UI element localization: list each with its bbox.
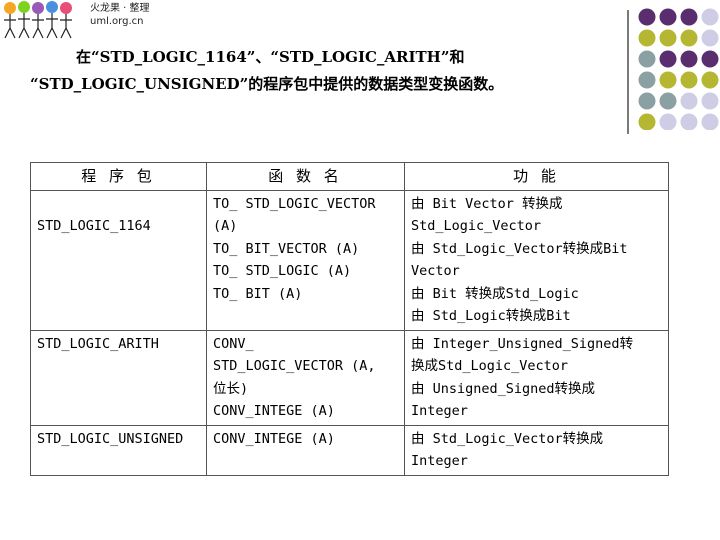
header-function-name: 函 数 名 [206, 162, 405, 191]
decorative-dot [701, 50, 719, 68]
decorative-dot [659, 113, 677, 130]
title-line1: 在“STD_LOGIC_1164”、“STD_LOGIC_ARITH”和 [76, 48, 465, 66]
logo-text-line2: uml.org.cn [90, 16, 144, 27]
decorative-dot [638, 29, 656, 47]
title-line2: “STD_LOGIC_UNSIGNED”的程序包中提供的数据类型变换函数。 [30, 75, 504, 93]
cell-effect: 由 Integer_Unsigned_Signed转 换成Std_Logic_V… [404, 329, 669, 426]
decorative-dot [701, 92, 719, 110]
decorative-dot [638, 92, 656, 110]
decorative-dot [680, 50, 698, 68]
cell-functions: CONV_ STD_LOGIC_VECTOR (A, 位长) CONV_INTE… [206, 329, 405, 426]
decorative-dot [680, 113, 698, 130]
decorative-dot [701, 71, 719, 89]
cell-effect: 由 Bit Vector 转换成 Std_Logic_Vector 由 Std_… [404, 189, 669, 331]
cell-package: STD_LOGIC_1164 [30, 189, 207, 331]
decorative-dot [701, 113, 719, 130]
header-effect: 功 能 [404, 162, 669, 191]
page-title: 在“STD_LOGIC_1164”、“STD_LOGIC_ARITH”和 “ST… [30, 44, 620, 98]
cell-package: STD_LOGIC_ARITH [30, 329, 207, 426]
table-row: STD_LOGIC_ARITH CONV_ STD_LOGIC_VECTOR (… [30, 329, 669, 426]
cell-package: STD_LOGIC_UNSIGNED [30, 424, 207, 476]
decorative-dot [659, 50, 677, 68]
decorative-dot [680, 29, 698, 47]
logo-text: 火龙果 · 整理 uml.org.cn [90, 2, 150, 28]
decorative-dot [638, 50, 656, 68]
table-row: STD_LOGIC_UNSIGNED CONV_INTEGE (A) 由 Std… [30, 424, 669, 476]
table-row: STD_LOGIC_1164 TO_ STD_LOGIC_VECTOR (A) … [30, 189, 669, 331]
decorative-dot [638, 113, 656, 130]
conversion-function-table: 程 序 包 函 数 名 功 能 STD_LOGIC_1164 TO_ STD_L… [30, 162, 669, 476]
decorative-dot [680, 92, 698, 110]
decorative-dot [701, 29, 719, 47]
decorative-dot [680, 71, 698, 89]
decorative-dot [680, 8, 698, 26]
decorative-vertical-line [627, 10, 629, 134]
decorative-dot [638, 71, 656, 89]
decorative-dot [659, 8, 677, 26]
logo-figures-icon [4, 1, 72, 39]
decorative-dot [659, 29, 677, 47]
table-header-row: 程 序 包 函 数 名 功 能 [30, 162, 669, 191]
decorative-dot [659, 71, 677, 89]
cell-functions: CONV_INTEGE (A) [206, 424, 405, 476]
logo-text-line1: 火龙果 · 整理 [90, 3, 150, 14]
decorative-dot [701, 8, 719, 26]
header-package: 程 序 包 [30, 162, 207, 191]
cell-functions: TO_ STD_LOGIC_VECTOR (A) TO_ BIT_VECTOR … [206, 189, 405, 331]
decorative-dots-icon [638, 8, 719, 130]
logo: 火龙果 · 整理 uml.org.cn [0, 0, 160, 40]
decorative-dot [638, 8, 656, 26]
decorative-dot [659, 92, 677, 110]
cell-effect: 由 Std_Logic_Vector转换成 Integer [404, 424, 669, 476]
